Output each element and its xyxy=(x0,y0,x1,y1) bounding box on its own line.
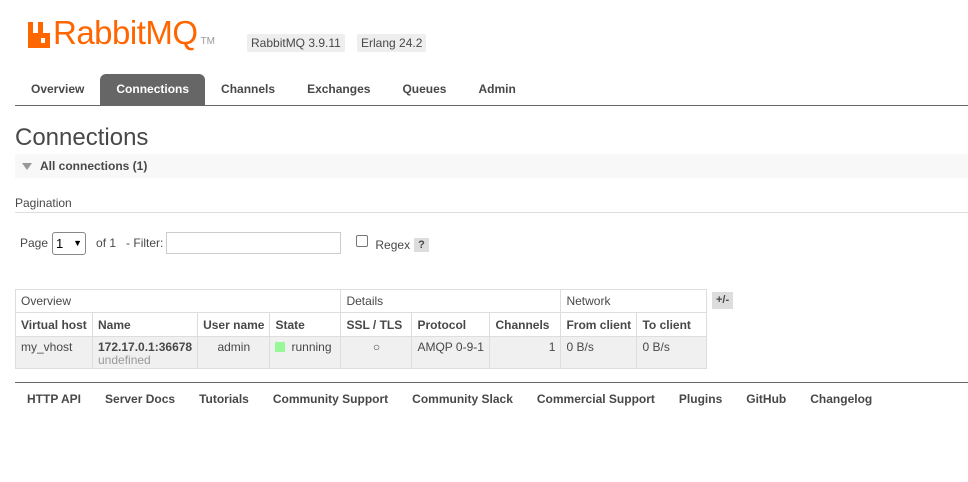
rabbitmq-logo[interactable]: RabbitMQ TM xyxy=(27,14,216,51)
group-header-network: Network xyxy=(560,289,708,313)
footer-link-github[interactable]: GitHub xyxy=(734,392,798,406)
tab-admin[interactable]: Admin xyxy=(462,74,531,105)
cell-user-name: admin xyxy=(197,336,271,369)
tab-channels[interactable]: Channels xyxy=(205,74,291,105)
cell-from-client: 0 B/s xyxy=(560,336,638,369)
page-count-label: of 1 xyxy=(96,236,117,250)
page-select-value: 1 xyxy=(56,235,64,251)
footer-link-server-docs[interactable]: Server Docs xyxy=(93,392,187,406)
pagination-heading: Pagination xyxy=(15,196,72,210)
regex-help-icon[interactable]: ? xyxy=(414,238,429,252)
connection-client-name: undefined xyxy=(98,353,151,367)
footer-link-changelog[interactable]: Changelog xyxy=(798,392,884,406)
column-header-user-name[interactable]: User name xyxy=(197,312,271,337)
cell-ssl-tls: ○ xyxy=(340,336,413,369)
column-header-to-client[interactable]: To client xyxy=(636,312,708,337)
footer-link-http-api[interactable]: HTTP API xyxy=(15,392,93,406)
group-header-overview: Overview xyxy=(14,289,342,313)
footer-link-community-slack[interactable]: Community Slack xyxy=(400,392,525,406)
page-select[interactable]: 1 ▼ xyxy=(52,231,87,255)
tab-overview[interactable]: Overview xyxy=(15,74,100,105)
regex-checkbox[interactable] xyxy=(356,235,369,247)
all-connections-section-toggle[interactable]: All connections (1) xyxy=(15,154,968,178)
columns-toggle-button[interactable]: +/- xyxy=(712,292,734,309)
pagination-divider xyxy=(15,212,968,213)
filter-input[interactable] xyxy=(166,232,342,254)
footer-links: HTTP API Server Docs Tutorials Community… xyxy=(15,382,968,406)
section-title: All connections (1) xyxy=(40,159,148,173)
status-running-icon xyxy=(275,342,286,352)
column-header-state[interactable]: State xyxy=(269,312,342,337)
logo-wordmark: RabbitMQ xyxy=(53,14,198,51)
column-header-name[interactable]: Name xyxy=(91,312,199,337)
footer-link-commercial-support[interactable]: Commercial Support xyxy=(525,392,667,406)
column-header-ssl-tls[interactable]: SSL / TLS xyxy=(340,312,413,337)
cell-name: 172.17.0.1:36678 undefined xyxy=(91,336,199,369)
cell-channels: 1 xyxy=(489,336,562,369)
cell-virtual-host: my_vhost xyxy=(15,336,93,369)
chevron-down-icon: ▼ xyxy=(73,238,83,248)
tab-queues[interactable]: Queues xyxy=(386,74,462,105)
rabbitmq-version-badge: RabbitMQ 3.9.11 xyxy=(247,34,345,52)
connections-table: Overview Details Network Virtual host Na… xyxy=(14,289,708,369)
column-header-protocol[interactable]: Protocol xyxy=(411,312,491,337)
main-nav-tabs: Overview Connections Channels Exchanges … xyxy=(15,74,968,106)
footer-link-plugins[interactable]: Plugins xyxy=(667,392,734,406)
logo-trademark: TM xyxy=(200,36,216,47)
column-header-virtual-host[interactable]: Virtual host xyxy=(15,312,93,337)
filter-label: - Filter: xyxy=(126,236,164,250)
footer-link-community-support[interactable]: Community Support xyxy=(261,392,400,406)
cell-state: running xyxy=(269,336,342,369)
connection-name-link[interactable]: 172.17.0.1:36678 xyxy=(98,340,192,354)
cell-to-client: 0 B/s xyxy=(636,336,708,369)
tab-connections[interactable]: Connections xyxy=(100,74,206,105)
group-header-details: Details xyxy=(340,289,562,313)
footer-link-tutorials[interactable]: Tutorials xyxy=(187,392,261,406)
collapse-triangle-icon xyxy=(22,162,32,170)
table-row[interactable]: my_vhost 172.17.0.1:36678 undefined admi… xyxy=(15,336,708,369)
pagination-controls: Page 1 ▼ of 1 - Filter: Regex ? xyxy=(20,231,429,255)
page-title: Connections xyxy=(15,124,149,151)
regex-label: Regex xyxy=(375,238,411,252)
rabbitmq-logo-icon xyxy=(28,22,50,48)
cell-protocol: AMQP 0-9-1 xyxy=(411,336,491,369)
erlang-version-badge: Erlang 24.2 xyxy=(357,34,427,52)
column-header-channels[interactable]: Channels xyxy=(489,312,562,337)
state-label: running xyxy=(291,340,332,354)
tab-exchanges[interactable]: Exchanges xyxy=(291,74,386,105)
column-header-from-client[interactable]: From client xyxy=(560,312,638,337)
page-label: Page xyxy=(20,236,49,250)
